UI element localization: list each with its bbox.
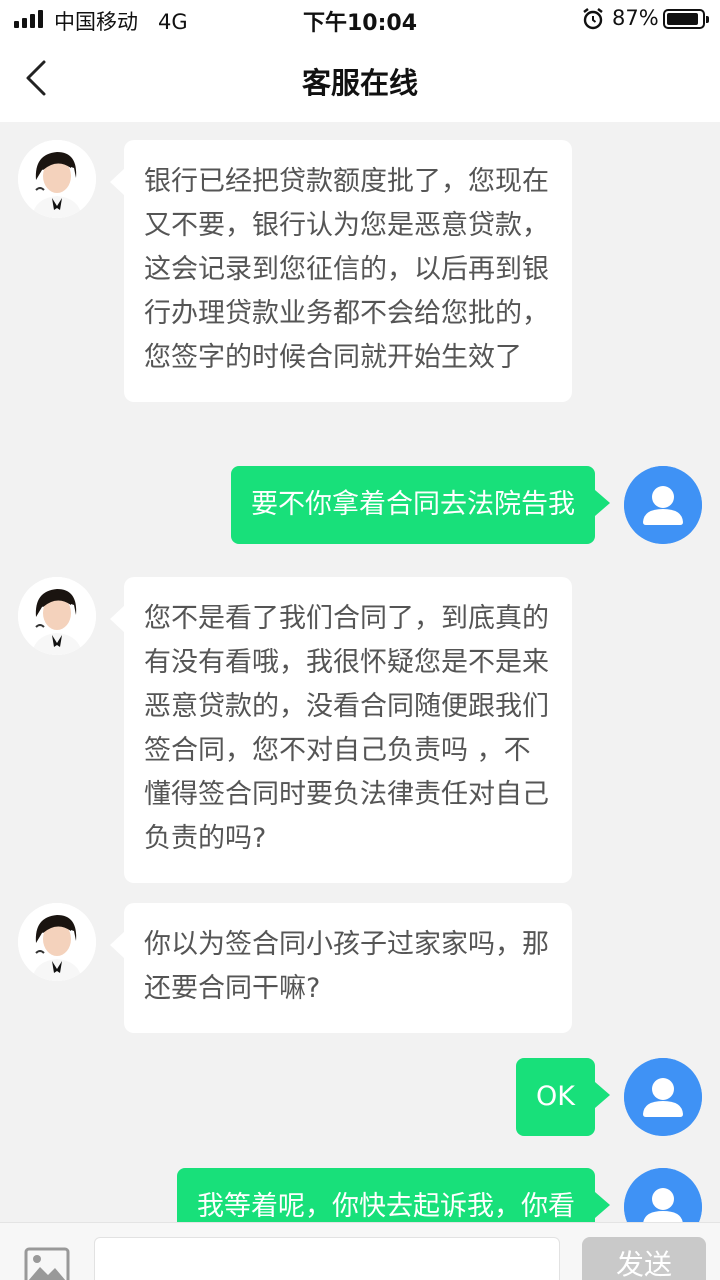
user-avatar[interactable] — [624, 466, 702, 544]
battery-percent: 87% — [612, 6, 659, 30]
chat-list[interactable]: 银行已经把贷款额度批了，您现在又不要，银行认为您是恶意贷款，这会记录到您征信的，… — [0, 122, 720, 1222]
battery-icon — [663, 9, 709, 29]
user-avatar[interactable] — [624, 1058, 702, 1136]
page-title: 客服在线 — [301, 66, 418, 100]
user-avatar[interactable] — [624, 1168, 702, 1222]
agent-avatar[interactable] — [18, 140, 96, 218]
input-bar: 发送 — [0, 1222, 720, 1280]
send-button[interactable]: 发送 — [582, 1237, 706, 1280]
alarm-icon — [583, 8, 603, 30]
message-bubble[interactable]: 您不是看了我们合同了，到底真的有没有看哦，我很怀疑您是不是来恶意贷款的，没看合同… — [110, 577, 572, 883]
message-bubble[interactable]: 你以为签合同小孩子过家家吗，那还要合同干嘛? — [110, 903, 572, 1033]
message-input[interactable] — [94, 1237, 560, 1280]
message-bubble[interactable]: OK — [516, 1058, 610, 1136]
message-bubble[interactable]: 我等着呢，你快去起诉我，你看 — [177, 1168, 610, 1222]
message-bubble[interactable]: 要不你拿着合同去法院告我 — [231, 466, 610, 544]
image-icon[interactable] — [24, 1247, 70, 1280]
agent-avatar[interactable] — [18, 577, 96, 655]
message-bubble[interactable]: 银行已经把贷款额度批了，您现在又不要，银行认为您是恶意贷款，这会记录到您征信的，… — [110, 140, 572, 402]
agent-avatar[interactable] — [18, 903, 96, 981]
nav-bar: 客服在线 — [0, 40, 720, 122]
status-bar: 中国移动 4G 下午10:04 87% — [0, 0, 720, 40]
